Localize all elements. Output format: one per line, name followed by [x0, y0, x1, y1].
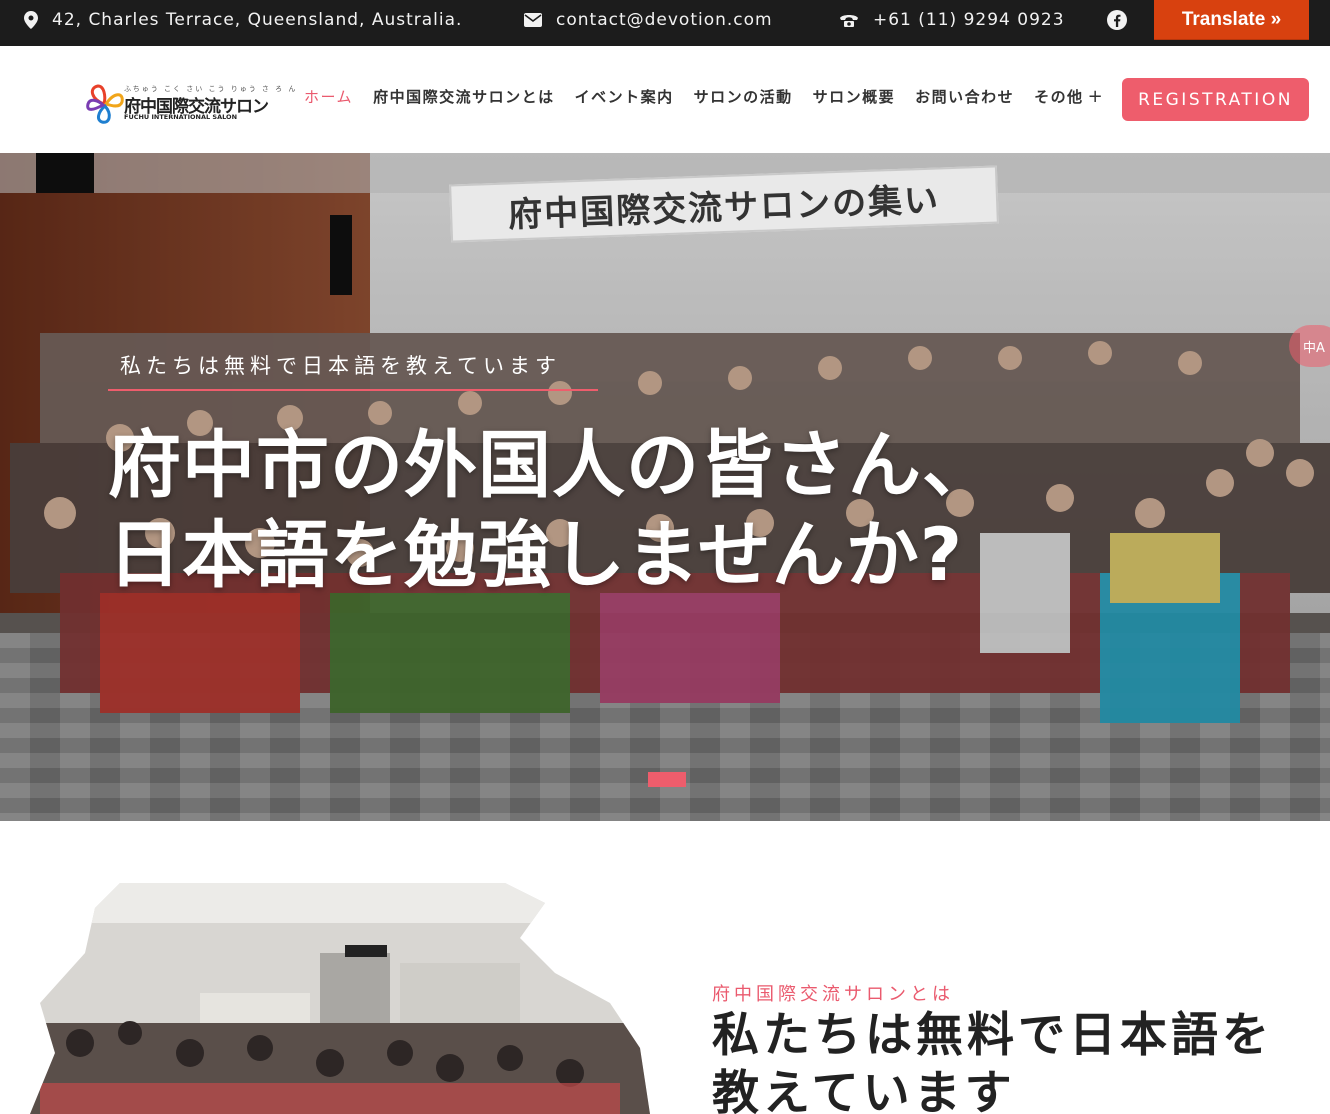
nav-item-about[interactable]: 府中国際交流サロンとは [373, 86, 555, 107]
email-item[interactable]: contact@devotion.com [524, 0, 773, 40]
nav-item-more-label: その他 [1034, 88, 1084, 106]
email-link[interactable]: contact@devotion.com [556, 10, 773, 30]
about-title: 私たちは無料で日本語を教えています [712, 1008, 1273, 1114]
hero-slider: 府中国際交流サロンの集い 私たちは無料で日本語を教えています 府中市の外国人の皆… [0, 153, 1330, 821]
main-nav: ホーム 府中国際交流サロンとは イベント案内 サロンの活動 サロン概要 お問い合… [304, 86, 1124, 107]
translate-button[interactable]: Translate » [1154, 0, 1309, 40]
flower-logo-icon [86, 84, 124, 124]
hero-subtitle: 私たちは無料で日本語を教えています [120, 354, 561, 378]
nav-item-overview[interactable]: サロン概要 [813, 86, 896, 107]
about-classroom-photo [30, 883, 650, 1114]
site-header: ふちゅう こく さい こう りゅう さ ろ ん 府中国際交流サロン FUCHU … [0, 46, 1330, 153]
nav-item-more[interactable]: その他 + [1034, 86, 1104, 107]
plus-icon: + [1087, 86, 1105, 107]
nav-item-contact[interactable]: お問い合わせ [915, 86, 1014, 107]
nav-item-activities[interactable]: サロンの活動 [694, 86, 793, 107]
slider-indicator[interactable] [648, 772, 686, 787]
phone-link[interactable]: +61 (11) 9294 0923 [873, 10, 1065, 30]
address-text: 42, Charles Terrace, Queensland, Austral… [52, 10, 463, 30]
translate-float-button[interactable]: 中A [1289, 325, 1330, 367]
top-info-bar: 42, Charles Terrace, Queensland, Austral… [0, 0, 1330, 46]
nav-item-home[interactable]: ホーム [304, 86, 353, 107]
logo-english: FUCHU INTERNATIONAL SALON [124, 113, 238, 121]
nav-item-events[interactable]: イベント案内 [575, 86, 674, 107]
facebook-icon[interactable] [1106, 9, 1128, 31]
map-pin-icon [24, 11, 38, 29]
hero-title-line2: 日本語を勉強しませんか? [108, 513, 964, 598]
about-eyebrow: 府中国際交流サロンとは [712, 984, 954, 1005]
registration-button[interactable]: REGISTRATION [1122, 78, 1309, 121]
phone-item[interactable]: +61 (11) 9294 0923 [839, 0, 1065, 40]
hero-title-line1: 府中市の外国人の皆さん、 [108, 423, 996, 508]
envelope-icon [524, 13, 542, 27]
address-item: 42, Charles Terrace, Queensland, Austral… [24, 0, 462, 40]
phone-icon [840, 15, 858, 27]
site-logo[interactable]: ふちゅう こく さい こう りゅう さ ろ ん 府中国際交流サロン FUCHU … [86, 82, 295, 140]
hero-title: 府中市の外国人の皆さん、 日本語を勉強しませんか? [108, 421, 996, 601]
hero-accent-line [108, 389, 598, 391]
